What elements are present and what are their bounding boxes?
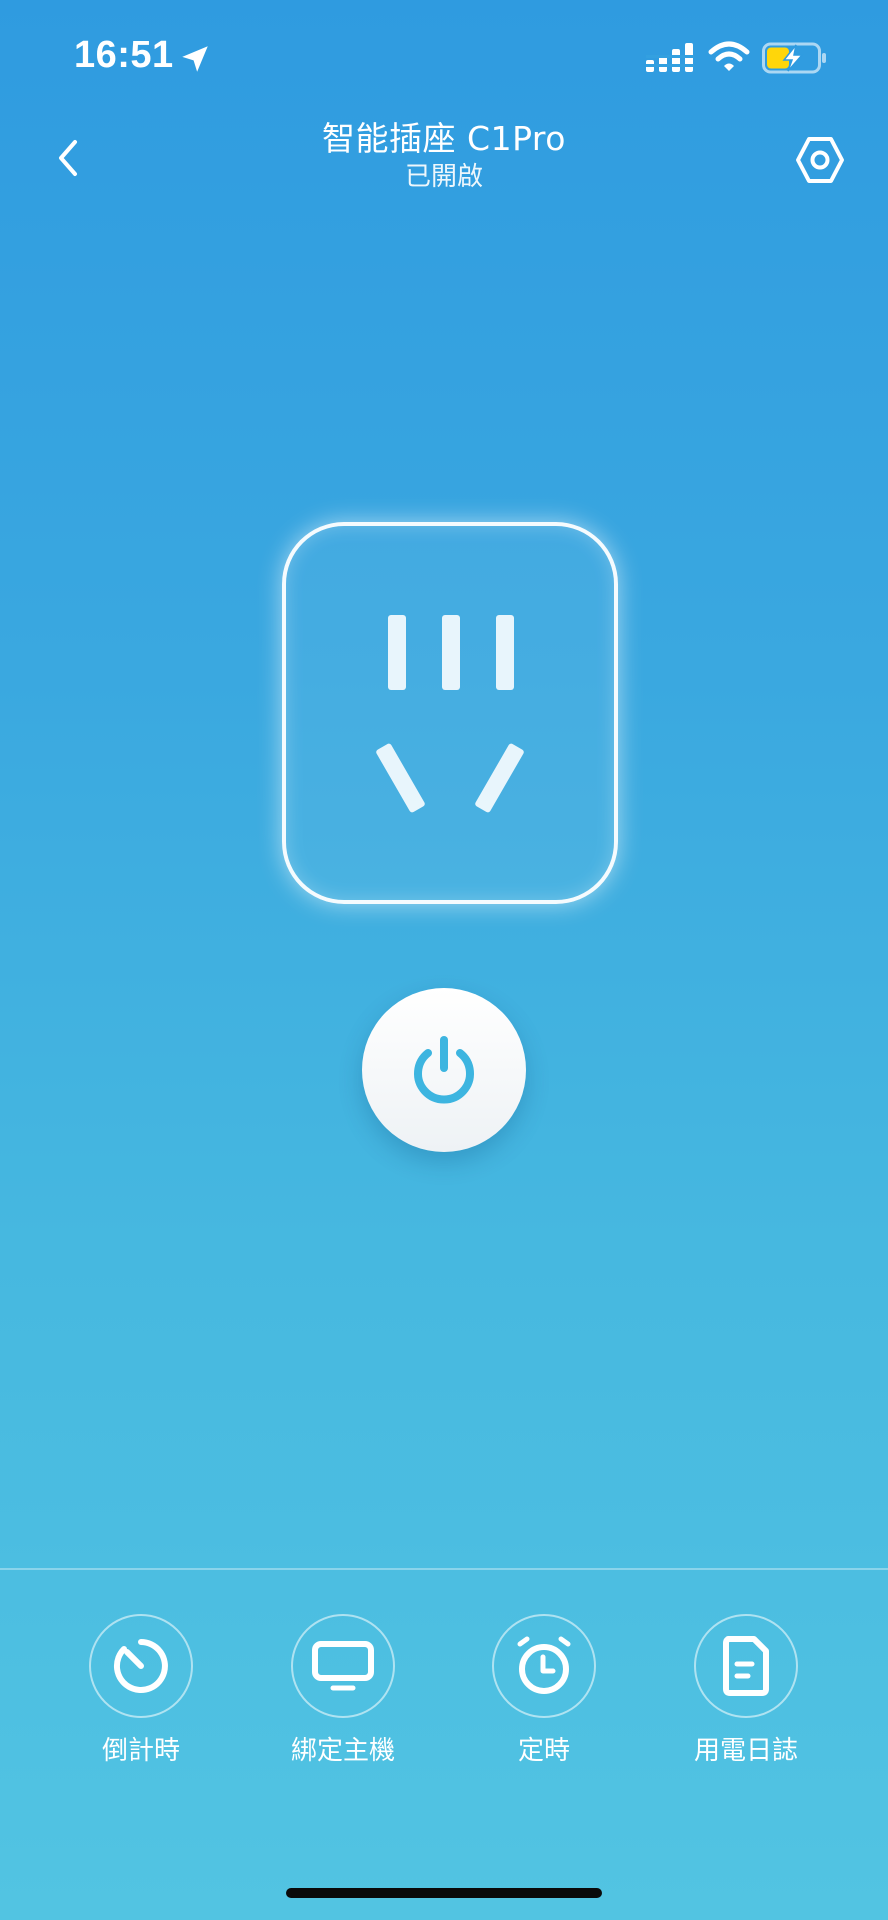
alarm-clock-icon xyxy=(517,1636,571,1694)
power-log-button[interactable]: 用電日誌 xyxy=(646,1614,846,1768)
home-indicator[interactable] xyxy=(286,1888,602,1898)
bind-host-button[interactable]: 綁定主機 xyxy=(243,1614,443,1768)
socket-illustration xyxy=(282,522,618,904)
power-icon xyxy=(414,1036,474,1104)
title-block: 智能插座 C1Pro 已開啟 xyxy=(144,118,744,194)
chevron-left-icon xyxy=(59,140,77,176)
monitor-icon xyxy=(312,1641,374,1691)
bottom-toolbar: 倒計時 綁定主機 定時 用電日誌 xyxy=(0,1570,888,1770)
countdown-timer-icon xyxy=(113,1639,168,1693)
location-arrow-icon xyxy=(182,46,208,72)
back-button[interactable] xyxy=(40,130,96,186)
settings-hexagon-icon xyxy=(796,137,844,183)
wifi-icon xyxy=(708,41,750,71)
countdown-button[interactable]: 倒計時 xyxy=(41,1614,241,1768)
nav-header: 智能插座 C1Pro 已開啟 xyxy=(0,110,888,210)
schedule-button[interactable]: 定時 xyxy=(444,1614,644,1768)
status-time: 16:51 xyxy=(74,34,174,76)
device-status: 已開啟 xyxy=(404,162,483,192)
countdown-icon-circle xyxy=(89,1614,193,1718)
countdown-label: 倒計時 xyxy=(101,1736,180,1766)
power-log-label: 用電日誌 xyxy=(693,1736,798,1766)
status-bar: 16:51 xyxy=(0,0,888,120)
page-title: 智能插座 C1Pro xyxy=(322,119,566,158)
bind-host-label: 綁定主機 xyxy=(290,1736,395,1766)
socket-outlet-icon xyxy=(376,615,524,813)
schedule-icon-circle xyxy=(492,1614,596,1718)
cellular-signal-icon xyxy=(646,43,694,72)
bind-host-icon-circle xyxy=(291,1614,395,1718)
schedule-label: 定時 xyxy=(517,1736,570,1766)
power-toggle-button[interactable] xyxy=(362,988,526,1152)
power-log-icon-circle xyxy=(694,1614,798,1718)
settings-button[interactable] xyxy=(790,130,850,190)
document-icon xyxy=(723,1636,769,1696)
battery-charging-icon xyxy=(762,42,826,74)
